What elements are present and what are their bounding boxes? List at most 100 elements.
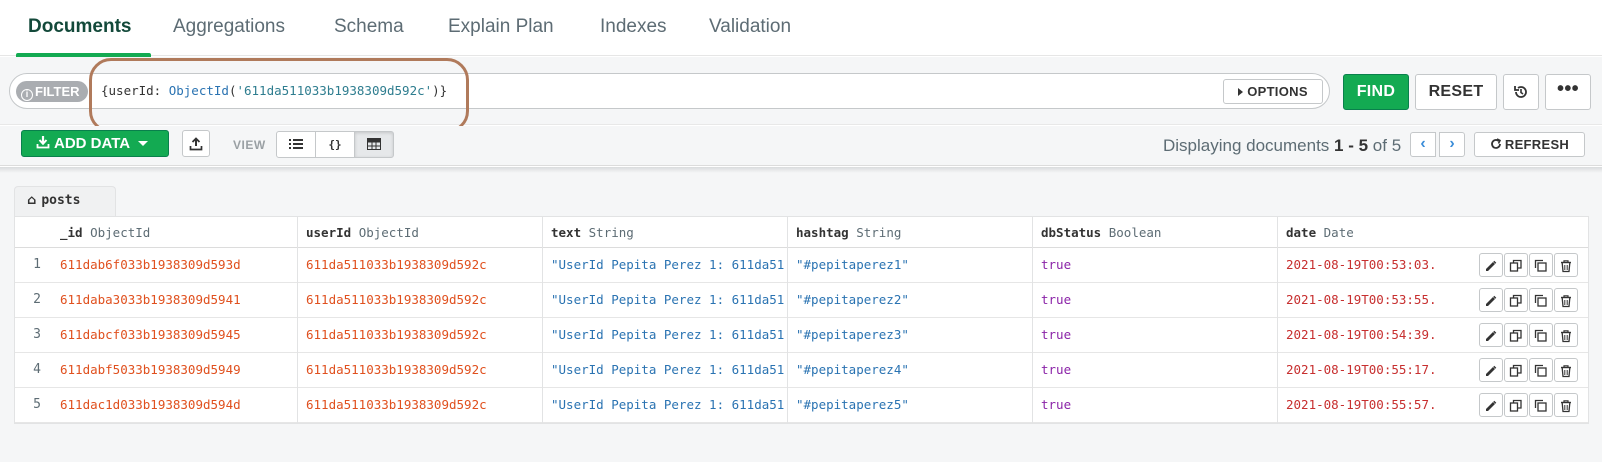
cell-hashtag[interactable]: "#pepitaperez1" <box>787 248 1032 283</box>
cell-dbstatus[interactable]: true <box>1032 283 1277 318</box>
table-row[interactable]: 5 611dac1d033b1938309d594d 611da511033b193… <box>15 388 1588 423</box>
export-collection-button[interactable] <box>182 130 210 157</box>
cell-date[interactable]: 2021-08-19T00:53:55. <box>1277 283 1437 318</box>
row-actions <box>1478 323 1578 348</box>
tab-documents[interactable]: Documents <box>8 0 152 57</box>
copy-icon <box>1509 399 1522 412</box>
query-function: ObjectId <box>168 83 229 98</box>
table-row[interactable]: 2 611daba3033b1938309d5941 611da511033b193… <box>15 283 1588 318</box>
cell-id[interactable]: 611dabcf033b1938309d5945 <box>52 318 297 353</box>
edit-document-button[interactable] <box>1479 393 1503 417</box>
trash-icon <box>1561 295 1571 308</box>
clone-document-button[interactable] <box>1529 358 1553 382</box>
cell-date[interactable]: 2021-08-19T00:55:17. <box>1277 353 1437 388</box>
tab-explain-plan[interactable]: Explain Plan <box>428 0 574 56</box>
add-data-label: ADD DATA <box>54 135 131 152</box>
query-history-button[interactable] <box>1503 74 1539 110</box>
cell-text[interactable]: "UserId Pepita Perez 1: 611da51 <box>542 283 787 318</box>
copy-document-button[interactable] <box>1504 253 1528 277</box>
options-toggle-button[interactable]: OPTIONS <box>1223 79 1323 104</box>
edit-document-button[interactable] <box>1479 358 1503 382</box>
cell-id[interactable]: 611dabf5033b1938309d5949 <box>52 353 297 388</box>
clone-document-button[interactable] <box>1529 253 1553 277</box>
delete-document-button[interactable] <box>1554 323 1578 347</box>
chevron-left-icon: ‹ <box>1420 135 1426 152</box>
cell-userid[interactable]: 611da511033b1938309d592c <box>297 353 542 388</box>
table-row[interactable]: 1 611dab6f033b1938309d593d 611da511033b193… <box>15 248 1588 283</box>
refresh-button[interactable]: REFRESH <box>1474 132 1585 157</box>
cell-dbstatus[interactable]: true <box>1032 388 1277 423</box>
query-argument: '611da511033b1938309d592c' <box>236 83 433 98</box>
copy-document-button[interactable] <box>1504 323 1528 347</box>
edit-document-button[interactable] <box>1479 253 1503 277</box>
filter-query-text[interactable]: {userId: ObjectId('611da511033b1938309d5… <box>101 83 447 98</box>
breadcrumb-collection: posts <box>41 193 81 208</box>
cell-text[interactable]: "UserId Pepita Perez 1: 611da51 <box>542 318 787 353</box>
table-row[interactable]: 3 611dabcf033b1938309d5945 611da511033b193… <box>15 318 1588 353</box>
edit-document-button[interactable] <box>1479 288 1503 312</box>
column-header-text[interactable]: text String <box>542 217 787 248</box>
cell-date[interactable]: 2021-08-19T00:55:57. <box>1277 388 1437 423</box>
clone-icon <box>1534 364 1547 377</box>
grid-breadcrumb[interactable]: ⌂ posts <box>14 186 116 216</box>
column-header-date[interactable]: date Date <box>1277 217 1588 248</box>
caret-down-icon <box>138 141 149 146</box>
copy-document-button[interactable] <box>1504 358 1528 382</box>
delete-document-button[interactable] <box>1554 288 1578 312</box>
cell-hashtag[interactable]: "#pepitaperez3" <box>787 318 1032 353</box>
tab-aggregations[interactable]: Aggregations <box>153 0 305 56</box>
clone-document-button[interactable] <box>1529 393 1553 417</box>
delete-document-button[interactable] <box>1554 393 1578 417</box>
edit-document-button[interactable] <box>1479 323 1503 347</box>
json-view-button[interactable]: {} <box>315 131 355 158</box>
delete-document-button[interactable] <box>1554 253 1578 277</box>
cell-text[interactable]: "UserId Pepita Perez 1: 611da51 <box>542 388 787 423</box>
cell-hashtag[interactable]: "#pepitaperez5" <box>787 388 1032 423</box>
column-header-id[interactable]: _id ObjectId <box>52 217 297 248</box>
cell-hashtag[interactable]: "#pepitaperez2" <box>787 283 1032 318</box>
cell-userid[interactable]: 611da511033b1938309d592c <box>297 248 542 283</box>
row-actions <box>1478 253 1578 278</box>
clone-icon <box>1534 294 1547 307</box>
cell-date[interactable]: 2021-08-19T00:54:39. <box>1277 318 1437 353</box>
table-view-button[interactable] <box>354 131 394 158</box>
tab-indexes[interactable]: Indexes <box>580 0 687 56</box>
delete-document-button[interactable] <box>1554 358 1578 382</box>
cell-userid[interactable]: 611da511033b1938309d592c <box>297 388 542 423</box>
total-count: 5 <box>1391 136 1402 155</box>
options-label: OPTIONS <box>1247 84 1308 99</box>
view-label: VIEW <box>233 138 266 152</box>
column-header-hashtag[interactable]: hashtag String <box>787 217 1032 248</box>
cell-dbstatus[interactable]: true <box>1032 248 1277 283</box>
cell-date[interactable]: 2021-08-19T00:53:03. <box>1277 248 1437 283</box>
list-view-button[interactable] <box>276 131 316 158</box>
clone-document-button[interactable] <box>1529 288 1553 312</box>
next-page-button[interactable]: › <box>1439 132 1465 157</box>
table-row[interactable]: 4 611dabf5033b1938309d5949 611da511033b193… <box>15 353 1588 388</box>
cell-text[interactable]: "UserId Pepita Perez 1: 611da51 <box>542 248 787 283</box>
cell-id[interactable]: 611dab6f033b1938309d593d <box>52 248 297 283</box>
more-options-button[interactable]: ••• <box>1545 74 1591 110</box>
cell-userid[interactable]: 611da511033b1938309d592c <box>297 283 542 318</box>
copy-icon <box>1509 364 1522 377</box>
cell-dbstatus[interactable]: true <box>1032 353 1277 388</box>
tab-schema[interactable]: Schema <box>314 0 424 56</box>
filter-input[interactable]: i FILTER {userId: ObjectId('611da511033b1… <box>9 73 1330 109</box>
cell-dbstatus[interactable]: true <box>1032 318 1277 353</box>
cell-userid[interactable]: 611da511033b1938309d592c <box>297 318 542 353</box>
copy-document-button[interactable] <box>1504 393 1528 417</box>
add-data-button[interactable]: ADD DATA <box>21 130 169 157</box>
cell-id[interactable]: 611daba3033b1938309d5941 <box>52 283 297 318</box>
list-icon <box>289 139 303 149</box>
clone-document-button[interactable] <box>1529 323 1553 347</box>
reset-button[interactable]: RESET <box>1415 74 1497 110</box>
previous-page-button[interactable]: ‹ <box>1410 132 1436 157</box>
find-button[interactable]: FIND <box>1343 74 1409 110</box>
cell-hashtag[interactable]: "#pepitaperez4" <box>787 353 1032 388</box>
column-header-dbstatus[interactable]: dbStatus Boolean <box>1032 217 1277 248</box>
tab-validation[interactable]: Validation <box>689 0 811 56</box>
copy-document-button[interactable] <box>1504 288 1528 312</box>
cell-id[interactable]: 611dac1d033b1938309d594d <box>52 388 297 423</box>
column-header-userid[interactable]: userId ObjectId <box>297 217 542 248</box>
cell-text[interactable]: "UserId Pepita Perez 1: 611da51 <box>542 353 787 388</box>
